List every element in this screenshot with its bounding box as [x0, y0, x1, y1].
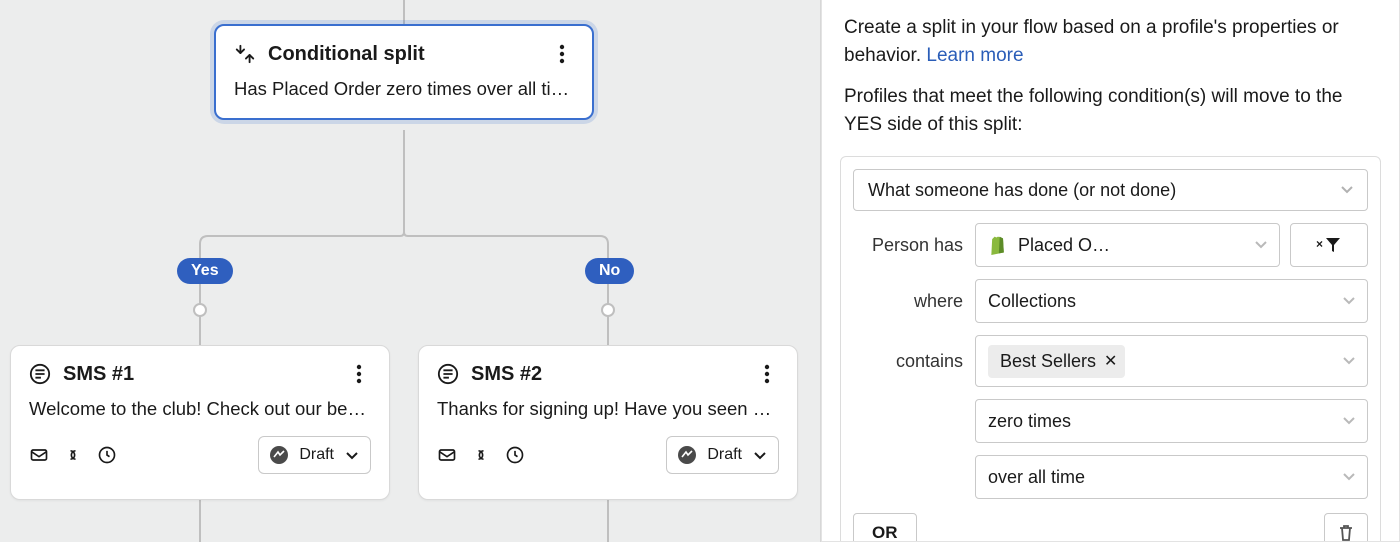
panel-description: Create a split in your flow based on a p…: [822, 0, 1399, 69]
chip-remove-button[interactable]: ✕: [1104, 351, 1117, 371]
condition-group: What someone has done (or not done) Pers…: [840, 156, 1381, 542]
node-menu-button[interactable]: [550, 40, 574, 68]
status-select[interactable]: Draft: [666, 436, 779, 474]
node-menu-button[interactable]: [755, 360, 779, 388]
chevron-down-icon: [1343, 411, 1355, 432]
node-title: SMS #2: [471, 363, 542, 386]
schedule-icon: [505, 445, 525, 465]
split-icon: [234, 43, 256, 65]
status-label: Draft: [299, 446, 334, 464]
delete-condition-button[interactable]: [1324, 513, 1368, 542]
chevron-down-icon: [1341, 180, 1353, 201]
node-title: SMS #1: [63, 363, 134, 386]
node-preview: Thanks for signing up! Have you seen our…: [419, 394, 797, 436]
add-or-button[interactable]: OR: [853, 513, 917, 542]
email-icon: [437, 445, 457, 465]
label-person-has: Person has: [853, 235, 963, 256]
label-where: where: [853, 291, 963, 312]
flow-canvas[interactable]: Conditional split Has Placed Order zero …: [0, 0, 820, 542]
contains-select[interactable]: Best Sellers ✕: [975, 335, 1368, 387]
label-contains: contains: [853, 351, 963, 372]
count-value: zero times: [988, 411, 1343, 432]
chevron-down-icon: [1255, 235, 1267, 256]
event-select[interactable]: Placed O…: [975, 223, 1280, 267]
chevron-down-icon: [1343, 291, 1355, 312]
timerange-select[interactable]: over all time: [975, 455, 1368, 499]
condition-type-value: What someone has done (or not done): [868, 180, 1176, 201]
status-draft-icon: [269, 445, 289, 465]
node-menu-button[interactable]: [347, 360, 371, 388]
shopify-icon: [988, 235, 1008, 255]
chevron-down-icon: [1343, 467, 1355, 488]
event-value: Placed O…: [1018, 235, 1255, 256]
chip-best-sellers: Best Sellers ✕: [988, 345, 1125, 378]
link-icon: [471, 445, 491, 465]
condition-type-select[interactable]: What someone has done (or not done): [853, 169, 1368, 211]
status-select[interactable]: Draft: [258, 436, 371, 474]
link-icon: [63, 445, 83, 465]
chevron-down-icon: [344, 447, 360, 463]
config-panel: Create a split in your flow based on a p…: [820, 0, 1400, 542]
panel-subheading: Profiles that meet the following conditi…: [822, 69, 1399, 146]
learn-more-link[interactable]: Learn more: [926, 45, 1023, 66]
chevron-down-icon: [1343, 351, 1355, 372]
node-sms-2[interactable]: SMS #2 Thanks for signing up! Have you s…: [418, 345, 798, 500]
status-draft-icon: [677, 445, 697, 465]
chevron-down-icon: [752, 447, 768, 463]
node-sms-1[interactable]: SMS #1 Welcome to the club! Check out ou…: [10, 345, 390, 500]
branch-label-yes: Yes: [177, 258, 233, 284]
where-value: Collections: [988, 291, 1343, 312]
clear-filter-button[interactable]: ×: [1290, 223, 1368, 267]
sms-icon: [29, 363, 51, 385]
node-preview: Welcome to the club! Check out our best …: [11, 394, 389, 436]
email-icon: [29, 445, 49, 465]
sms-icon: [437, 363, 459, 385]
branch-label-no: No: [585, 258, 634, 284]
node-conditional-split[interactable]: Conditional split Has Placed Order zero …: [214, 24, 594, 120]
node-summary: Has Placed Order zero times over all tim…: [216, 74, 592, 118]
svg-text:×: ×: [1316, 237, 1323, 251]
timerange-value: over all time: [988, 467, 1343, 488]
status-label: Draft: [707, 446, 742, 464]
node-title: Conditional split: [268, 43, 425, 66]
where-select[interactable]: Collections: [975, 279, 1368, 323]
count-select[interactable]: zero times: [975, 399, 1368, 443]
schedule-icon: [97, 445, 117, 465]
